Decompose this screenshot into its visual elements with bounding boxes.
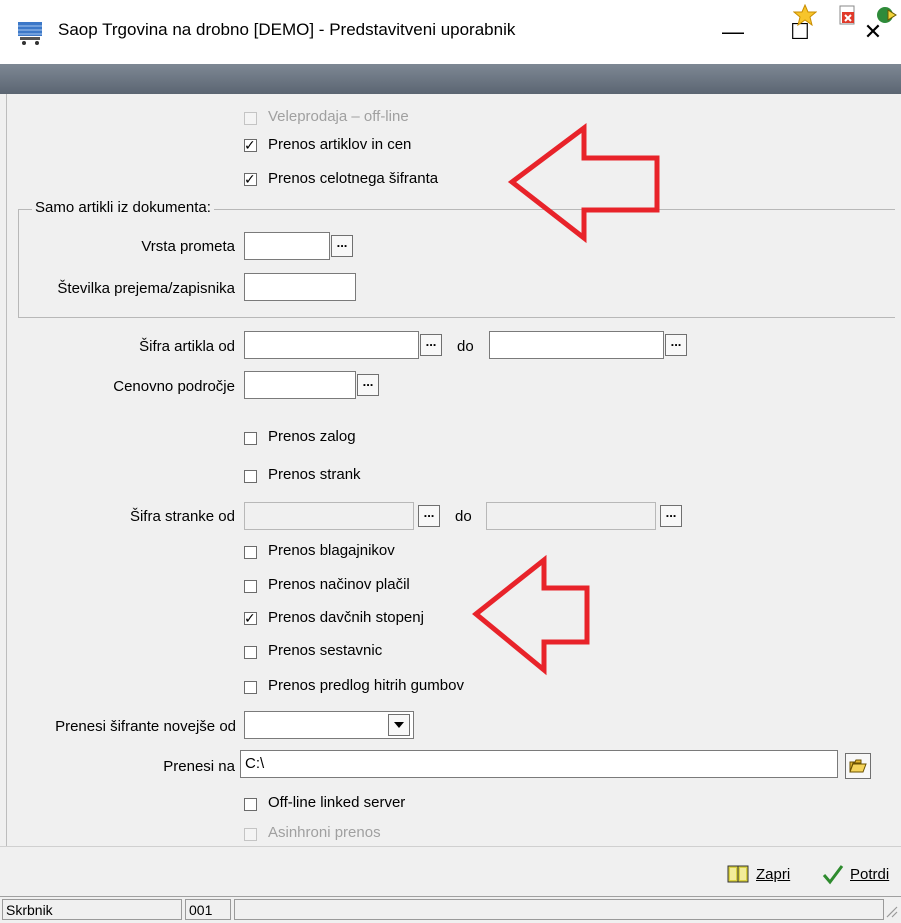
sifra-artikla-from-lookup-button[interactable]: ...	[420, 334, 442, 356]
sifra-stranke-from-lookup-button[interactable]: ...	[418, 505, 440, 527]
sifra-artikla-to-lookup-button[interactable]: ...	[665, 334, 687, 356]
sifra-artikla-to-input[interactable]	[489, 331, 664, 359]
browse-folder-button[interactable]	[845, 753, 871, 779]
potrdi-button[interactable]: Potrdi	[822, 862, 889, 886]
cenovno-podrocje-input[interactable]	[244, 371, 356, 399]
off-line-linked-server-checkbox[interactable]	[244, 798, 257, 811]
status-code: 001	[185, 899, 231, 920]
checkmark-icon	[822, 865, 844, 885]
prenesi-na-path-input[interactable]: C:\	[240, 750, 838, 778]
sifra-stranke-to-input[interactable]	[486, 502, 656, 530]
prenos-nacinov-placil-checkbox[interactable]	[244, 580, 257, 593]
prenos-celotnega-checkbox[interactable]: ✓	[244, 171, 257, 187]
stevilka-input[interactable]	[244, 273, 356, 301]
sifra-stranke-label: Šifra stranke od	[129, 508, 235, 525]
prenos-predlog-checkbox[interactable]	[244, 681, 257, 694]
sifra-artikla-do-label: do	[457, 338, 474, 355]
prenos-artiklov-label: Prenos artiklov in cen	[268, 136, 412, 153]
prenos-zalog-checkbox[interactable]	[244, 432, 257, 445]
status-user: Skrbnik	[2, 899, 182, 920]
prenos-predlog-label: Prenos predlog hitrih gumbov	[268, 677, 464, 694]
document-group-box	[18, 209, 895, 318]
vrsta-prometa-input[interactable]	[244, 232, 330, 260]
sifra-artikla-from-input[interactable]	[244, 331, 419, 359]
open-folder-icon	[849, 759, 867, 773]
prenos-davcnih-stopenj-label: Prenos davčnih stopenj	[268, 609, 424, 626]
novejse-od-label: Prenesi šifrante novejše od	[55, 718, 236, 735]
prenesi-na-label: Prenesi na	[163, 758, 235, 775]
group-title: Samo artikli iz dokumenta:	[32, 199, 214, 216]
checkmark-icon: ✓	[244, 610, 256, 626]
zapri-label: Zapri	[756, 865, 791, 883]
prenos-artiklov-checkbox[interactable]: ✓	[244, 137, 257, 153]
prenos-nacinov-placil-label: Prenos načinov plačil	[268, 576, 410, 593]
prenos-strank-label: Prenos strank	[268, 466, 361, 483]
dropdown-button[interactable]	[388, 714, 410, 736]
checkmark-icon: ✓	[244, 171, 256, 187]
prenos-davcnih-stopenj-checkbox[interactable]: ✓	[244, 610, 257, 626]
stevilka-label: Številka prejema/zapisnika	[57, 280, 235, 297]
checkmark-icon: ✓	[244, 137, 256, 153]
exit-icon[interactable]	[876, 4, 900, 26]
star-icon[interactable]	[792, 3, 818, 27]
sifra-artikla-label: Šifra artikla od	[139, 338, 235, 355]
book-icon	[727, 865, 749, 883]
vrsta-prometa-label: Vrsta prometa	[141, 238, 235, 255]
delete-document-icon[interactable]	[836, 4, 860, 26]
asinhroni-prenos-label: Asinhroni prenos	[268, 824, 381, 841]
cenovno-podrocje-lookup-button[interactable]: ...	[357, 374, 379, 396]
veleprodaja-label: Veleprodaja – off-line	[268, 108, 409, 125]
asinhroni-prenos-checkbox[interactable]	[244, 828, 257, 841]
prenos-blagajnikov-label: Prenos blagajnikov	[268, 542, 395, 559]
prenos-sestavnic-checkbox[interactable]	[244, 646, 257, 659]
zapri-button[interactable]: Zapri	[726, 862, 790, 886]
prenos-sestavnic-label: Prenos sestavnic	[268, 642, 383, 659]
sifra-stranke-from-input[interactable]	[244, 502, 414, 530]
chevron-down-icon	[394, 722, 404, 728]
sifra-stranke-to-lookup-button[interactable]: ...	[660, 505, 682, 527]
veleprodaja-checkbox[interactable]	[244, 112, 257, 125]
cenovno-podrocje-label: Cenovno področje	[113, 378, 235, 395]
vrsta-prometa-lookup-button[interactable]: ...	[331, 235, 353, 257]
resize-grip-icon[interactable]	[884, 904, 898, 918]
minimize-icon: —	[722, 19, 744, 44]
off-line-linked-server-label: Off-line linked server	[268, 794, 406, 811]
form-header	[0, 64, 901, 94]
potrdi-label: Potrdi	[850, 865, 890, 883]
prenos-celotnega-label: Prenos celotnega šifranta	[268, 170, 439, 187]
prenos-zalog-label: Prenos zalog	[268, 428, 356, 445]
prenos-strank-checkbox[interactable]	[244, 470, 257, 483]
prenos-blagajnikov-checkbox[interactable]	[244, 546, 257, 559]
form-title: Prenos podatkov na off-line blagajno	[8, 3, 325, 23]
status-info	[234, 899, 884, 920]
sifra-stranke-do-label: do	[455, 508, 472, 525]
minimize-button[interactable]: —	[710, 14, 756, 50]
